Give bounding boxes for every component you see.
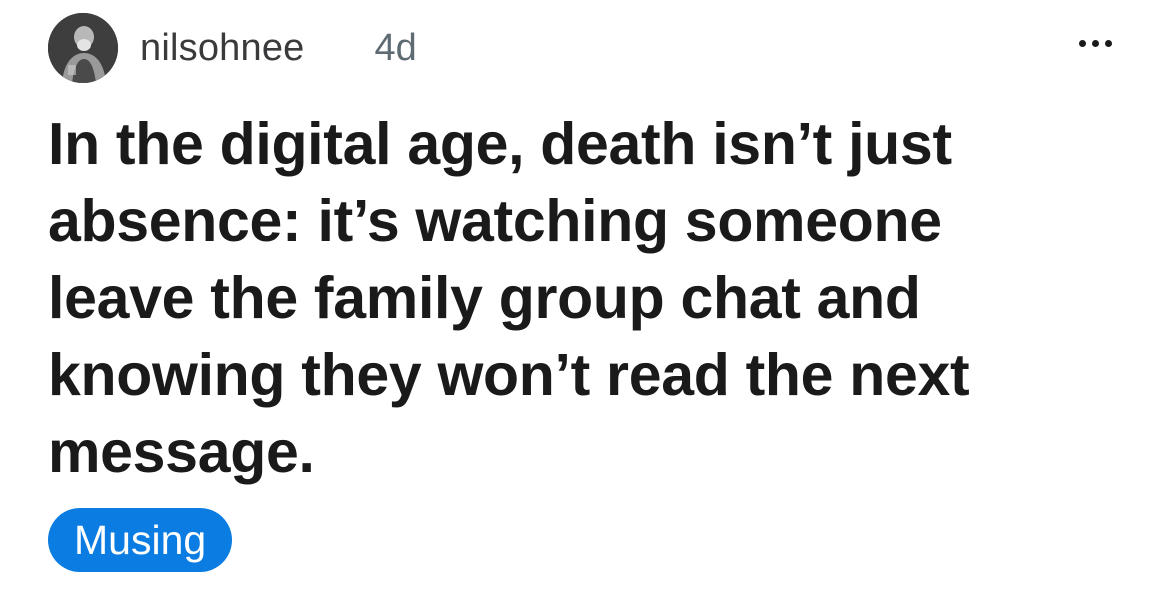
post-card: nilsohnee 4d In the digital age, death i… — [0, 0, 1170, 593]
author-username[interactable]: nilsohnee — [140, 27, 305, 70]
dot — [1079, 40, 1086, 47]
more-options-icon[interactable] — [1079, 40, 1112, 47]
post-age: 4d — [374, 26, 417, 69]
dot — [1105, 40, 1112, 47]
post-title[interactable]: In the digital age, death isn’t just abs… — [48, 106, 1088, 491]
post-header: nilsohnee 4d — [48, 12, 417, 84]
dot — [1092, 40, 1099, 47]
user-avatar-icon[interactable] — [48, 13, 118, 83]
post-flair[interactable]: Musing — [48, 508, 233, 572]
